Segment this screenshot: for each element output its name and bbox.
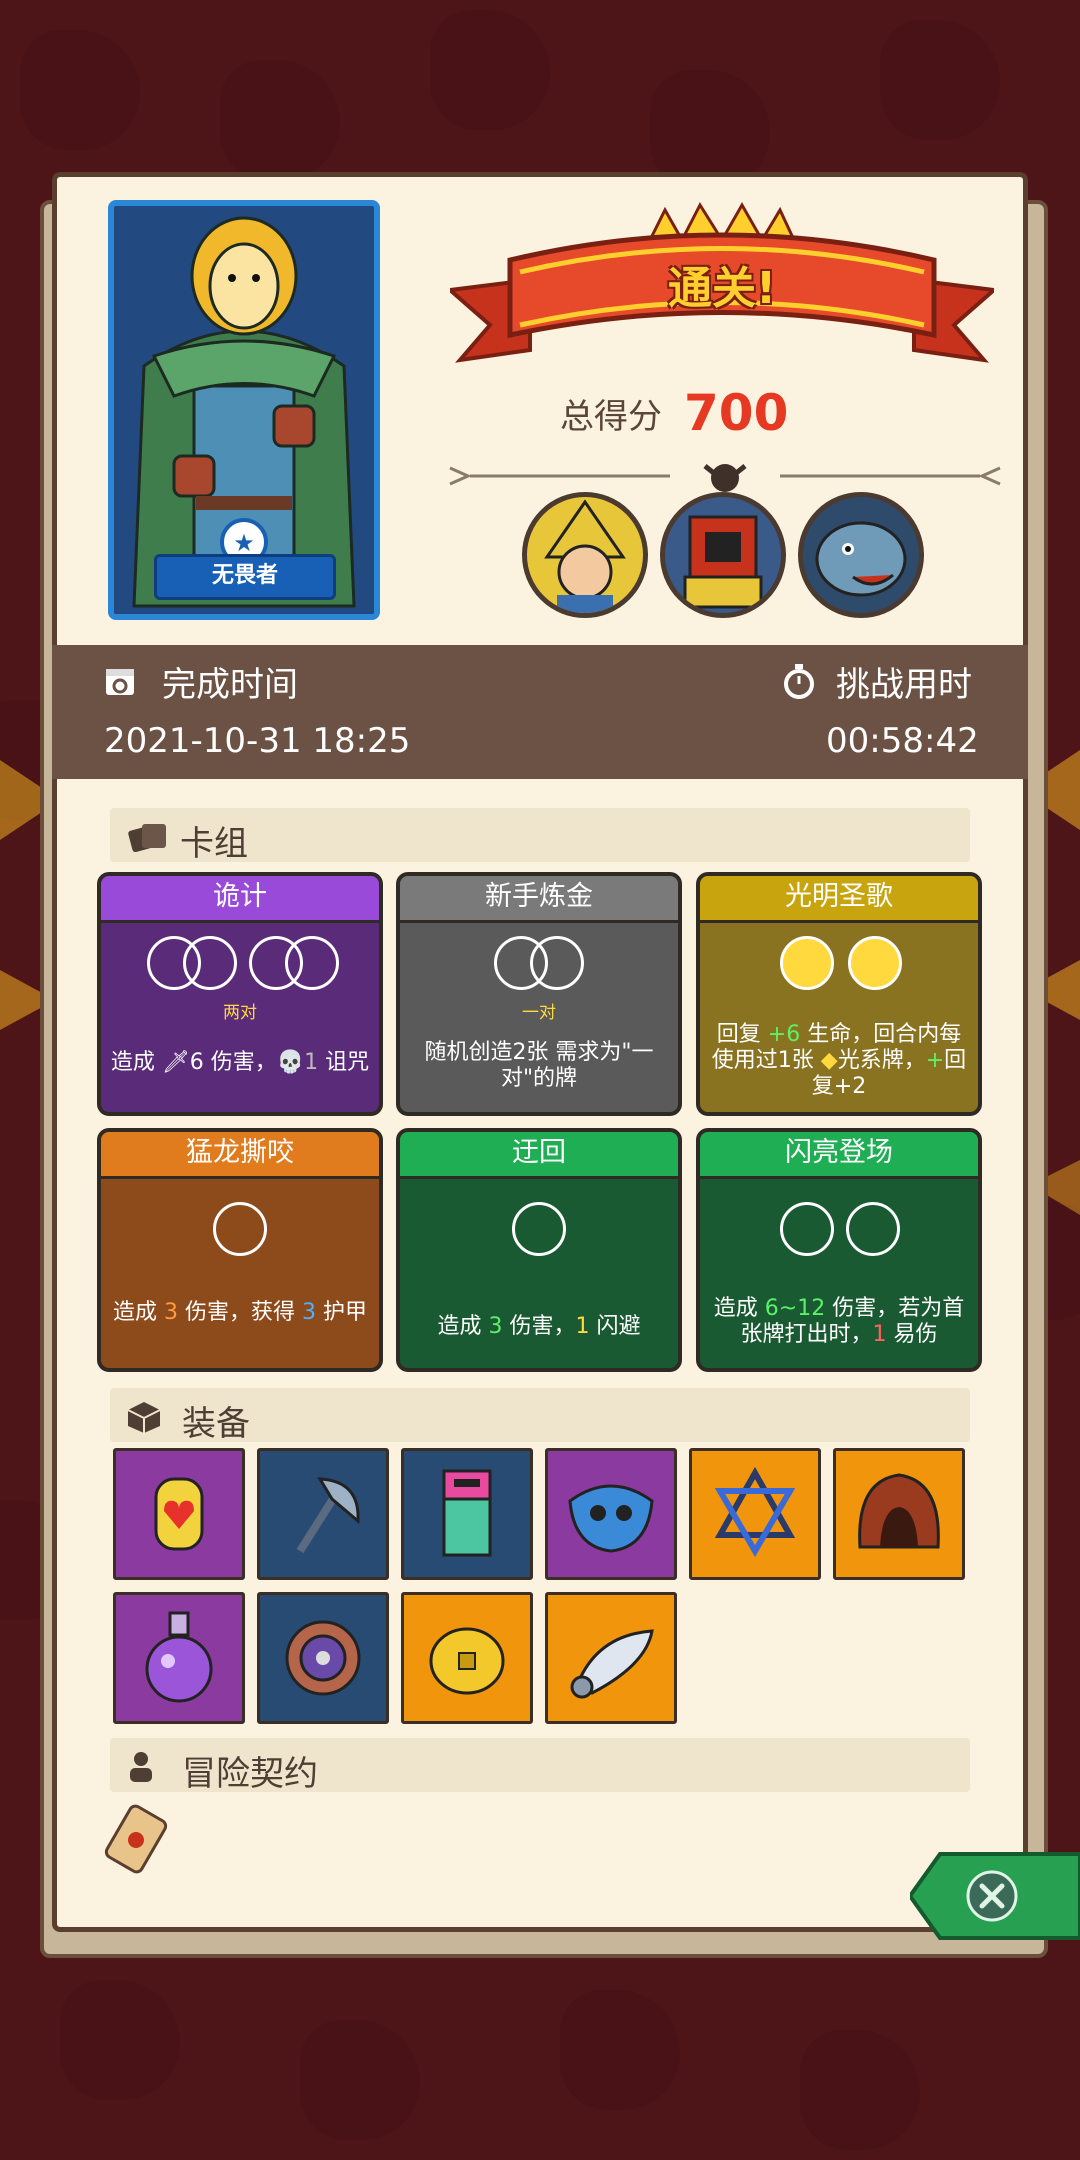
banner-title: 通关! bbox=[667, 263, 777, 314]
duration-label: 挑战用时 bbox=[836, 665, 972, 705]
calendar-icon bbox=[106, 669, 134, 695]
card-description: 随机创造2张 需求为"一对"的牌 bbox=[424, 1040, 654, 1091]
pair-slot-icon bbox=[183, 936, 237, 990]
card-light-hymn[interactable]: 光明圣歌 回复 +6 生命，回合内每使用过1张 ◆光系牌，+回复+2 bbox=[696, 872, 982, 1116]
heart-charm-icon[interactable] bbox=[113, 1448, 245, 1580]
light-diamond-icon bbox=[848, 936, 902, 990]
card-requirement: 两对 bbox=[223, 1003, 257, 1023]
stopwatch-icon bbox=[784, 664, 814, 699]
card-requirement: 一对 bbox=[522, 1003, 556, 1023]
total-score: 总得分 700 bbox=[560, 378, 880, 448]
contract-section-header: 冒险契约 bbox=[110, 1738, 970, 1794]
duration-value: 00:58:42 bbox=[826, 721, 979, 761]
score-value: 700 bbox=[684, 384, 789, 442]
card-title: 猛龙撕咬 bbox=[101, 1132, 379, 1179]
card-description: 造成 3 伤害，1 闪避 bbox=[437, 1314, 641, 1339]
totem-icon[interactable] bbox=[401, 1448, 533, 1580]
hero-name: 无畏者 bbox=[154, 554, 336, 600]
rhino-boss-portrait[interactable] bbox=[798, 492, 924, 618]
equipment-title: 装备 bbox=[182, 1404, 250, 1444]
claw-icon bbox=[213, 1202, 267, 1256]
deck-title: 卡组 bbox=[180, 824, 248, 864]
hood-icon[interactable] bbox=[833, 1448, 965, 1580]
card-description: 回复 +6 生命，回合内每使用过1张 ◆光系牌，+回复+2 bbox=[711, 1022, 967, 1099]
deck-section-header: 卡组 bbox=[110, 808, 970, 864]
pair-slot-icon bbox=[285, 936, 339, 990]
mask-icon[interactable] bbox=[545, 1448, 677, 1580]
card-title: 闪亮登场 bbox=[700, 1132, 978, 1179]
cube-icon bbox=[127, 1402, 161, 1433]
potion-icon[interactable] bbox=[113, 1592, 245, 1724]
hero-portrait: ★ bbox=[114, 206, 374, 614]
score-label: 总得分 bbox=[560, 396, 662, 437]
wizard-boss-portrait[interactable] bbox=[522, 492, 648, 618]
complete-time-value: 2021-10-31 18:25 bbox=[104, 721, 411, 761]
card-description: 造成 3 伤害，获得 3 护甲 bbox=[113, 1300, 367, 1325]
coin-icon[interactable] bbox=[401, 1592, 533, 1724]
card-dragon-bite[interactable]: 猛龙撕咬 造成 3 伤害，获得 3 护甲 bbox=[97, 1128, 383, 1372]
card-title: 光明圣歌 bbox=[700, 876, 978, 923]
card-description: 造成 🗡6 伤害，💀1 诅咒 bbox=[110, 1050, 370, 1075]
card-title: 新手炼金 bbox=[400, 876, 678, 923]
equipment-section-header: 装备 bbox=[110, 1388, 970, 1444]
axe-icon[interactable] bbox=[257, 1448, 389, 1580]
card-title: 迂回 bbox=[400, 1132, 678, 1179]
pair-slot-icon bbox=[530, 936, 584, 990]
card-title: 诡计 bbox=[101, 876, 379, 923]
card-detour[interactable]: 迂回 造成 3 伤害，1 闪避 bbox=[396, 1128, 682, 1372]
light-diamond-icon bbox=[780, 936, 834, 990]
svg-text:★: ★ bbox=[233, 529, 255, 557]
leaf-icon bbox=[780, 1202, 834, 1256]
victory-banner: 通关! bbox=[445, 200, 999, 380]
card-trick[interactable]: 诡计 两对 造成 🗡6 伤害，💀1 诅咒 bbox=[97, 872, 383, 1116]
card-grand-entrance[interactable]: 闪亮登场 造成 6~12 伤害，若为首张牌打出时，1 易伤 bbox=[696, 1128, 982, 1372]
close-button[interactable] bbox=[910, 1848, 1080, 1944]
time-bar: 完成时间 2021-10-31 18:25 挑战用时 00:58:42 bbox=[52, 645, 1028, 779]
chest-mimic-boss-portrait[interactable] bbox=[660, 492, 786, 618]
card-description: 造成 6~12 伤害，若为首张牌打出时，1 易伤 bbox=[713, 1296, 965, 1347]
hexagram-icon[interactable] bbox=[689, 1448, 821, 1580]
complete-time-label: 完成时间 bbox=[162, 665, 298, 705]
card-novice-alchemy[interactable]: 新手炼金 一对 随机创造2张 需求为"一对"的牌 bbox=[396, 872, 682, 1116]
leaf-icon bbox=[846, 1202, 900, 1256]
cards-icon bbox=[128, 824, 166, 852]
person-icon bbox=[130, 1752, 152, 1782]
hero-card[interactable]: ★ 无畏者 bbox=[108, 200, 380, 620]
ornament-divider bbox=[449, 464, 1001, 492]
horn-icon[interactable] bbox=[545, 1592, 677, 1724]
leaf-icon bbox=[512, 1202, 566, 1256]
scroll-icon[interactable] bbox=[102, 1800, 174, 1880]
contract-title: 冒险契约 bbox=[182, 1754, 318, 1794]
shield-icon[interactable] bbox=[257, 1592, 389, 1724]
